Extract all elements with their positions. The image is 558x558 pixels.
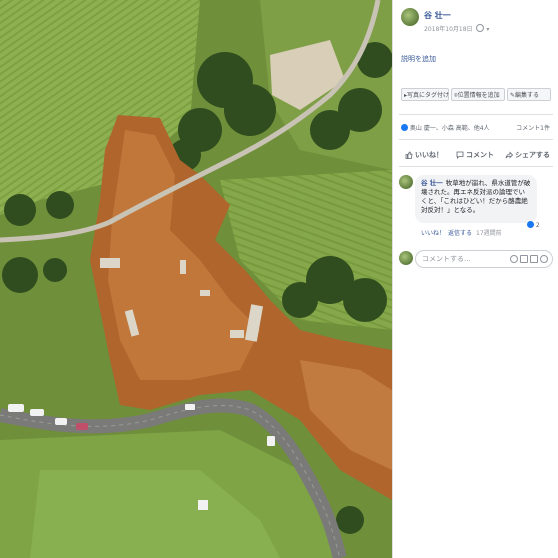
- comment-button[interactable]: コメント: [456, 150, 494, 160]
- emoji-icon[interactable]: [510, 255, 518, 263]
- sticker-icon[interactable]: [540, 255, 548, 263]
- globe-icon: [476, 24, 485, 32]
- comment-input[interactable]: コメントする...: [415, 250, 553, 268]
- post-info-panel: 谷 壮一 2018年10月18日 ▾ 説明を追加 ▸写真にタグ付け ⌾位置情報を…: [392, 0, 558, 558]
- comment-time[interactable]: 17週間前: [476, 228, 502, 237]
- comment-bubble: 谷 壮一 牧草地が崩れ、県水道管が破壊された。再エネ反対派の論理でいくと、「これは…: [415, 175, 537, 223]
- reactions-summary[interactable]: 奥山 慶一、小森 高範、他4人: [401, 123, 490, 132]
- tag-photo-label: 写真にタグ付け: [407, 92, 450, 99]
- comment-reaction-badge[interactable]: 2: [527, 221, 540, 229]
- like-label: いいね！: [415, 151, 443, 159]
- thumbs-up-icon: [405, 151, 413, 159]
- comment-count[interactable]: コメント1件: [516, 123, 550, 132]
- comment-author[interactable]: 谷 壮一: [421, 179, 443, 187]
- share-button[interactable]: シェアする: [505, 150, 550, 160]
- comment-reply-link[interactable]: 返信する: [448, 228, 472, 237]
- edit-label: 編集する: [515, 92, 540, 99]
- share-icon: [505, 151, 514, 159]
- current-user-avatar: [399, 251, 413, 265]
- reactors-text[interactable]: 奥山 慶一、小森 高範、他4人: [410, 125, 490, 132]
- like-reaction-icon: [401, 124, 408, 131]
- add-location-label: 位置情報を追加: [457, 92, 500, 99]
- share-label: シェアする: [515, 151, 550, 159]
- comment-placeholder: コメントする...: [422, 255, 471, 263]
- post-photo[interactable]: [0, 0, 392, 558]
- commenter-avatar[interactable]: [399, 175, 413, 189]
- comment-label: コメント: [466, 151, 494, 159]
- post-date[interactable]: 2018年10月18日 ▾: [424, 24, 489, 33]
- comment-reaction-count: 2: [535, 222, 540, 229]
- divider: [399, 166, 553, 167]
- comment-like-link[interactable]: いいね！: [421, 228, 445, 237]
- chevron-down-icon[interactable]: ▾: [486, 26, 489, 33]
- comment-icon: [456, 151, 464, 159]
- edit-button[interactable]: ✎編集する: [507, 88, 551, 101]
- divider: [399, 139, 553, 140]
- author-name[interactable]: 谷 壮一: [424, 10, 451, 21]
- camera-icon[interactable]: [520, 255, 528, 263]
- landslide-aerial-image: [0, 0, 392, 558]
- like-button[interactable]: いいね！: [405, 150, 443, 160]
- author-avatar[interactable]: [401, 8, 419, 26]
- add-location-button[interactable]: ⌾位置情報を追加: [451, 88, 505, 101]
- add-description-link[interactable]: 説明を追加: [401, 54, 436, 64]
- divider: [399, 114, 553, 115]
- like-reaction-icon: [527, 221, 534, 228]
- gif-icon[interactable]: [530, 255, 538, 263]
- post-date-text[interactable]: 2018年10月18日: [424, 26, 473, 33]
- tag-photo-button[interactable]: ▸写真にタグ付け: [401, 88, 449, 101]
